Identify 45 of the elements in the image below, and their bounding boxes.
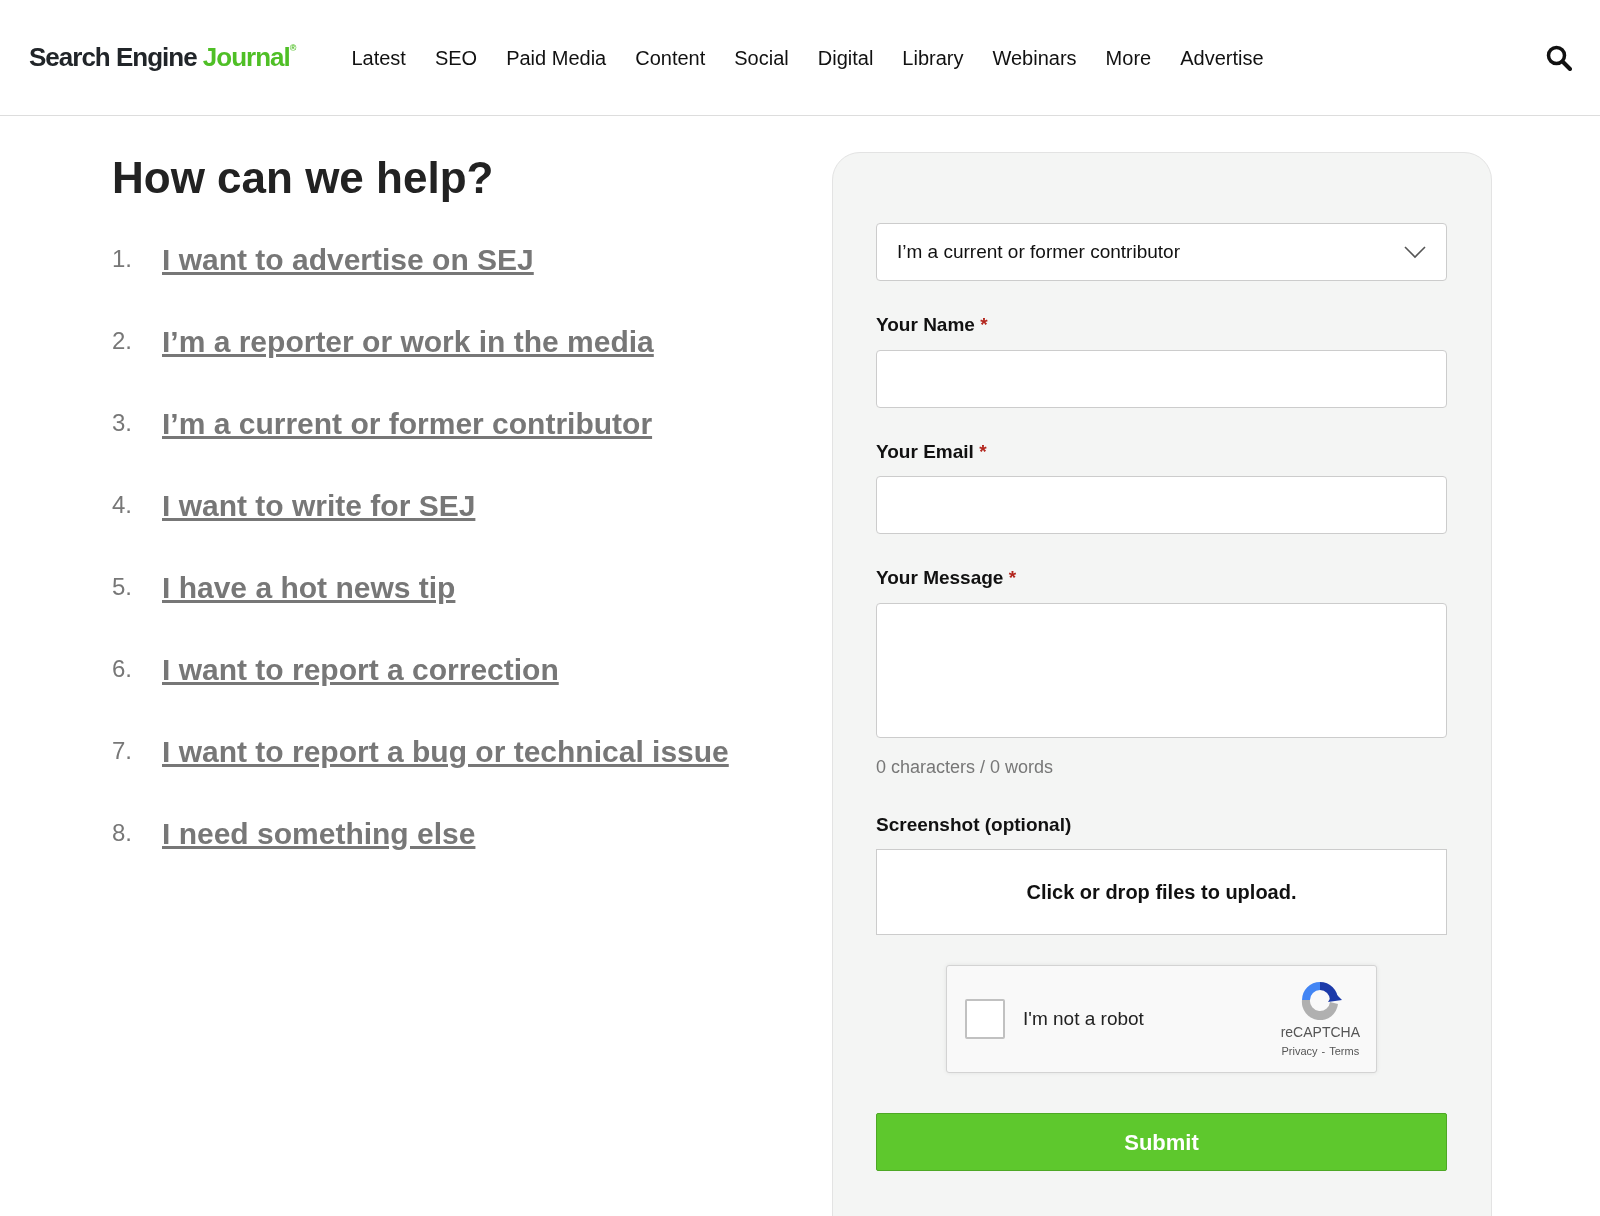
nav-link[interactable]: Library — [902, 42, 964, 73]
list-number: 7. — [112, 735, 133, 766]
nav-link[interactable]: Social — [734, 42, 789, 73]
field-label: Your Name * — [876, 313, 989, 337]
list-number: 2. — [112, 325, 133, 356]
help-option-link[interactable]: I want to report a correction — [162, 646, 559, 692]
separator-text: - — [1321, 1044, 1326, 1060]
list-number: 6. — [112, 653, 133, 684]
captcha-checkbox[interactable] — [965, 999, 1005, 1039]
help-option-link[interactable]: I’m a current or former contributor — [162, 400, 653, 446]
field-label: Your Email * — [876, 439, 988, 464]
message-field[interactable] — [876, 602, 1447, 738]
field-label: Screenshot (optional) — [876, 812, 1073, 837]
help-option-link[interactable]: I have a hot news tip — [162, 564, 456, 610]
list-number: 4. — [112, 489, 133, 520]
chevron-down-icon — [1404, 245, 1426, 259]
upload-dropzone[interactable]: Click or drop files to upload. — [876, 849, 1447, 935]
text-field[interactable] — [876, 476, 1447, 534]
nav-link[interactable]: Latest — [351, 42, 406, 73]
nav-link[interactable]: Digital — [817, 42, 874, 73]
nav-link[interactable]: SEO — [434, 42, 478, 73]
list-number: 3. — [112, 407, 133, 438]
help-option-link[interactable]: I want to report a bug or technical issue — [162, 728, 729, 774]
list-number: 1. — [112, 243, 133, 274]
character-counter: 0 characters / 0 words — [876, 755, 1055, 779]
help-option-link[interactable]: I need something else — [162, 810, 476, 856]
help-option-link[interactable]: I want to write for SEJ — [162, 482, 476, 528]
captcha-label: I'm not a robot — [1023, 1006, 1144, 1031]
page-heading: How can we help? — [112, 152, 495, 204]
nav-link[interactable]: Content — [635, 42, 706, 73]
help-option-link[interactable]: I want to advertise on SEJ — [162, 236, 534, 282]
recaptcha-brand: reCAPTCHA — [1280, 1023, 1360, 1043]
field-label: Your Message * — [876, 566, 1018, 590]
text-field[interactable] — [876, 349, 1447, 408]
list-number: 5. — [112, 571, 133, 602]
nav-link[interactable]: More — [1105, 42, 1152, 73]
list-number: 8. — [112, 817, 133, 848]
nav-link[interactable]: Advertise — [1180, 42, 1264, 73]
nav-link[interactable]: Paid Media — [506, 42, 607, 73]
privacy-link[interactable]: Privacy — [1281, 1043, 1318, 1060]
terms-link[interactable]: Terms — [1329, 1043, 1360, 1060]
nav-link[interactable]: Webinars — [992, 42, 1077, 73]
help-option-link[interactable]: I’m a reporter or work in the media — [162, 318, 654, 364]
topic-dropdown[interactable]: I’m a current or former contributor — [876, 223, 1447, 281]
search-icon[interactable] — [1546, 44, 1572, 71]
